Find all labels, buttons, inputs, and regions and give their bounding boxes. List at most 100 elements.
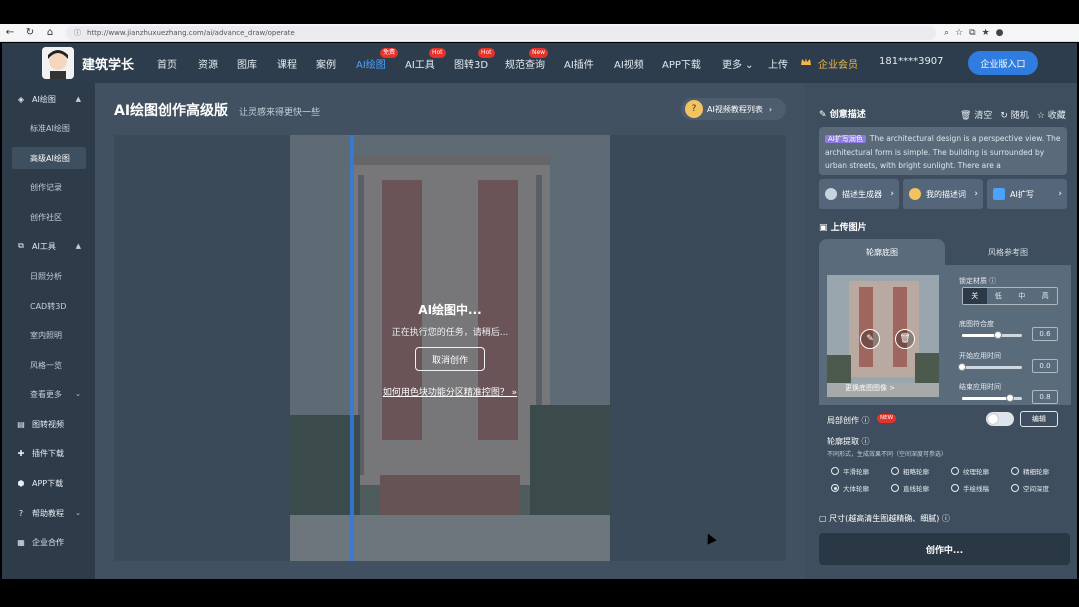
nav-item-11[interactable]: APP下载: [662, 56, 701, 71]
nav-item-13[interactable]: 上传: [768, 56, 788, 71]
nav-item-4[interactable]: 案例: [316, 56, 336, 71]
reload-icon[interactable]: ↻: [20, 24, 40, 42]
sidebar-item-3[interactable]: 创作记录: [2, 176, 95, 198]
radio-label: 直线轮廓: [903, 485, 929, 493]
enterprise-member-link[interactable]: 企业会员: [818, 56, 858, 71]
outline-radio[interactable]: 手绘线稿: [951, 483, 989, 493]
replace-base-image-link[interactable]: 更换底图图像 >: [845, 383, 895, 393]
edit-image-icon[interactable]: ✎: [860, 329, 880, 349]
lock-option[interactable]: 高: [1034, 288, 1058, 304]
nav-badge: Hot: [429, 48, 446, 58]
description-textarea[interactable]: AI扩写润色 The architectural design is a pers…: [819, 127, 1067, 175]
cancel-creation-button[interactable]: 取消创作: [415, 347, 485, 371]
favorites-icon[interactable]: ★: [982, 28, 990, 38]
enterprise-entry-button[interactable]: 企业版入口: [968, 51, 1038, 75]
nav-label: APP下载: [662, 60, 701, 71]
creating-button[interactable]: 创作中...: [819, 533, 1070, 565]
url-bar[interactable]: ⓘ http://www.jianzhuxuezhang.com/ai/adva…: [66, 25, 936, 40]
sidebar-item-label: 高级AI绘图: [30, 153, 70, 163]
user-phone[interactable]: 181****3907: [879, 56, 944, 67]
sidebar: ◈ AI绘图 ▲ 标准AI绘图高级AI绘图创作记录创作社区 ⧉ AI工具 ▲ 日照分析 CAD转…: [2, 83, 95, 579]
back-icon[interactable]: ←: [0, 24, 20, 42]
sidebar-item-11[interactable]: ▤ 图转视频: [2, 413, 95, 435]
sidebar-item-9[interactable]: 风格一览: [2, 354, 95, 376]
sidebar-item-10[interactable]: 查看更多 ⌄: [2, 383, 95, 405]
tab-outline-base[interactable]: 轮廓底图: [819, 239, 945, 265]
slider-knob[interactable]: [1006, 394, 1014, 402]
profile-icon[interactable]: ●: [996, 28, 1004, 38]
zoom-icon[interactable]: ⌕: [944, 28, 949, 38]
logo-text[interactable]: 建筑学长: [82, 54, 134, 73]
slider-value-input[interactable]: 0.8: [1032, 390, 1058, 404]
favorite-button[interactable]: ☆ 收藏: [1037, 108, 1066, 121]
outline-radio[interactable]: 精细轮廓: [1011, 466, 1049, 476]
slider-track[interactable]: [962, 331, 1022, 339]
sidebar-item-7[interactable]: CAD转3D: [2, 295, 95, 317]
sidebar-item-13[interactable]: ⬢ APP下载: [2, 472, 95, 494]
nav-item-10[interactable]: AI视频: [614, 56, 644, 71]
lock-option[interactable]: 关: [963, 288, 987, 304]
slider-knob[interactable]: [994, 331, 1002, 339]
edit-button[interactable]: 编辑: [1020, 411, 1058, 427]
outline-radio[interactable]: 粗略轮廓: [891, 466, 929, 476]
ai-polish-tag[interactable]: AI扩写润色: [825, 135, 866, 143]
sidebar-item-6[interactable]: 日照分析: [2, 265, 95, 287]
nav-label: 上传: [768, 60, 788, 71]
tab-style-reference[interactable]: 风格参考图: [945, 239, 1071, 265]
nav-item-1[interactable]: 资源: [198, 56, 218, 71]
slider-knob[interactable]: [958, 363, 966, 371]
base-image-thumbnail[interactable]: [827, 275, 939, 397]
sidebar-item-2[interactable]: 高级AI绘图: [12, 147, 86, 169]
nav-item-8[interactable]: 规范查询 New: [505, 48, 549, 71]
chevron-right-icon: ›: [890, 189, 894, 199]
outline-radio[interactable]: 空间深度: [1011, 483, 1049, 493]
description-generator-button[interactable]: 描述生成器 ›: [819, 179, 899, 209]
home-icon[interactable]: ⌂: [40, 24, 60, 42]
nav-item-6[interactable]: AI工具 Hot: [405, 48, 446, 71]
chevron-right-icon: ›: [1058, 189, 1062, 199]
creative-description-label: ✎ 创意描述: [819, 110, 866, 120]
sidebar-section-icon: ✚: [17, 448, 25, 458]
extensions-icon[interactable]: ⧉: [969, 28, 975, 38]
sidebar-item-1[interactable]: 标准AI绘图: [2, 117, 95, 139]
local-creation-toggle[interactable]: [986, 412, 1014, 426]
sidebar-item-0[interactable]: ◈ AI绘图 ▲: [2, 88, 95, 110]
nav-item-0[interactable]: 首页: [157, 56, 177, 71]
outline-radio[interactable]: 平滑轮廓: [831, 466, 869, 476]
my-descriptions-button[interactable]: 我的描述词 ›: [903, 179, 983, 209]
clear-button[interactable]: 🗑 清空: [960, 108, 992, 121]
sidebar-item-5[interactable]: ⧉ AI工具 ▲: [2, 235, 95, 257]
nav-item-2[interactable]: 图库: [237, 56, 257, 71]
nav-item-12[interactable]: 更多 ⌄: [722, 56, 754, 71]
sidebar-item-15[interactable]: ▦ 企业合作: [2, 531, 95, 553]
slider-value-input[interactable]: 0.0: [1032, 359, 1058, 373]
nav-label: 规范查询: [505, 60, 545, 71]
nav-label: 案例: [316, 60, 336, 71]
slider-track[interactable]: [958, 363, 1022, 371]
delete-image-icon[interactable]: 🗑: [895, 329, 915, 349]
lock-option[interactable]: 低: [987, 288, 1011, 304]
nav-item-5[interactable]: AI绘图 免费: [356, 48, 399, 71]
radio-label: 精细轮廓: [1023, 468, 1049, 476]
sidebar-item-12[interactable]: ✚ 插件下载: [2, 442, 95, 464]
nav-item-3[interactable]: 课程: [277, 56, 297, 71]
sidebar-item-14[interactable]: ? 帮助教程 ⌄: [2, 502, 95, 524]
caret-icon: ▲: [75, 95, 81, 103]
ai-expand-button[interactable]: AI扩写 ›: [987, 179, 1067, 209]
outline-radio[interactable]: 纹理轮廓: [951, 466, 989, 476]
nav-item-9[interactable]: AI插件: [564, 56, 594, 71]
lock-option[interactable]: 中: [1010, 288, 1034, 304]
sidebar-item-4[interactable]: 创作社区: [2, 206, 95, 228]
nav-item-7[interactable]: 图转3D Hot: [454, 48, 495, 71]
nav-label: 资源: [198, 60, 218, 71]
random-button[interactable]: ↻ 随机: [1000, 108, 1028, 121]
color-block-help-link[interactable]: 如何用色块功能分区精准控图？ »: [290, 385, 610, 398]
outline-radio[interactable]: 直线轮廓: [891, 483, 929, 493]
sidebar-item-8[interactable]: 室内照明: [2, 324, 95, 346]
star-icon[interactable]: ☆: [955, 28, 963, 38]
outline-radio[interactable]: 大体轮廓: [831, 483, 869, 493]
slider-value-input[interactable]: 0.6: [1032, 327, 1058, 341]
slider-track[interactable]: [962, 394, 1022, 402]
video-tutorial-button[interactable]: ? AI视频教程列表 ›: [681, 98, 786, 120]
logo-avatar[interactable]: [42, 47, 74, 79]
